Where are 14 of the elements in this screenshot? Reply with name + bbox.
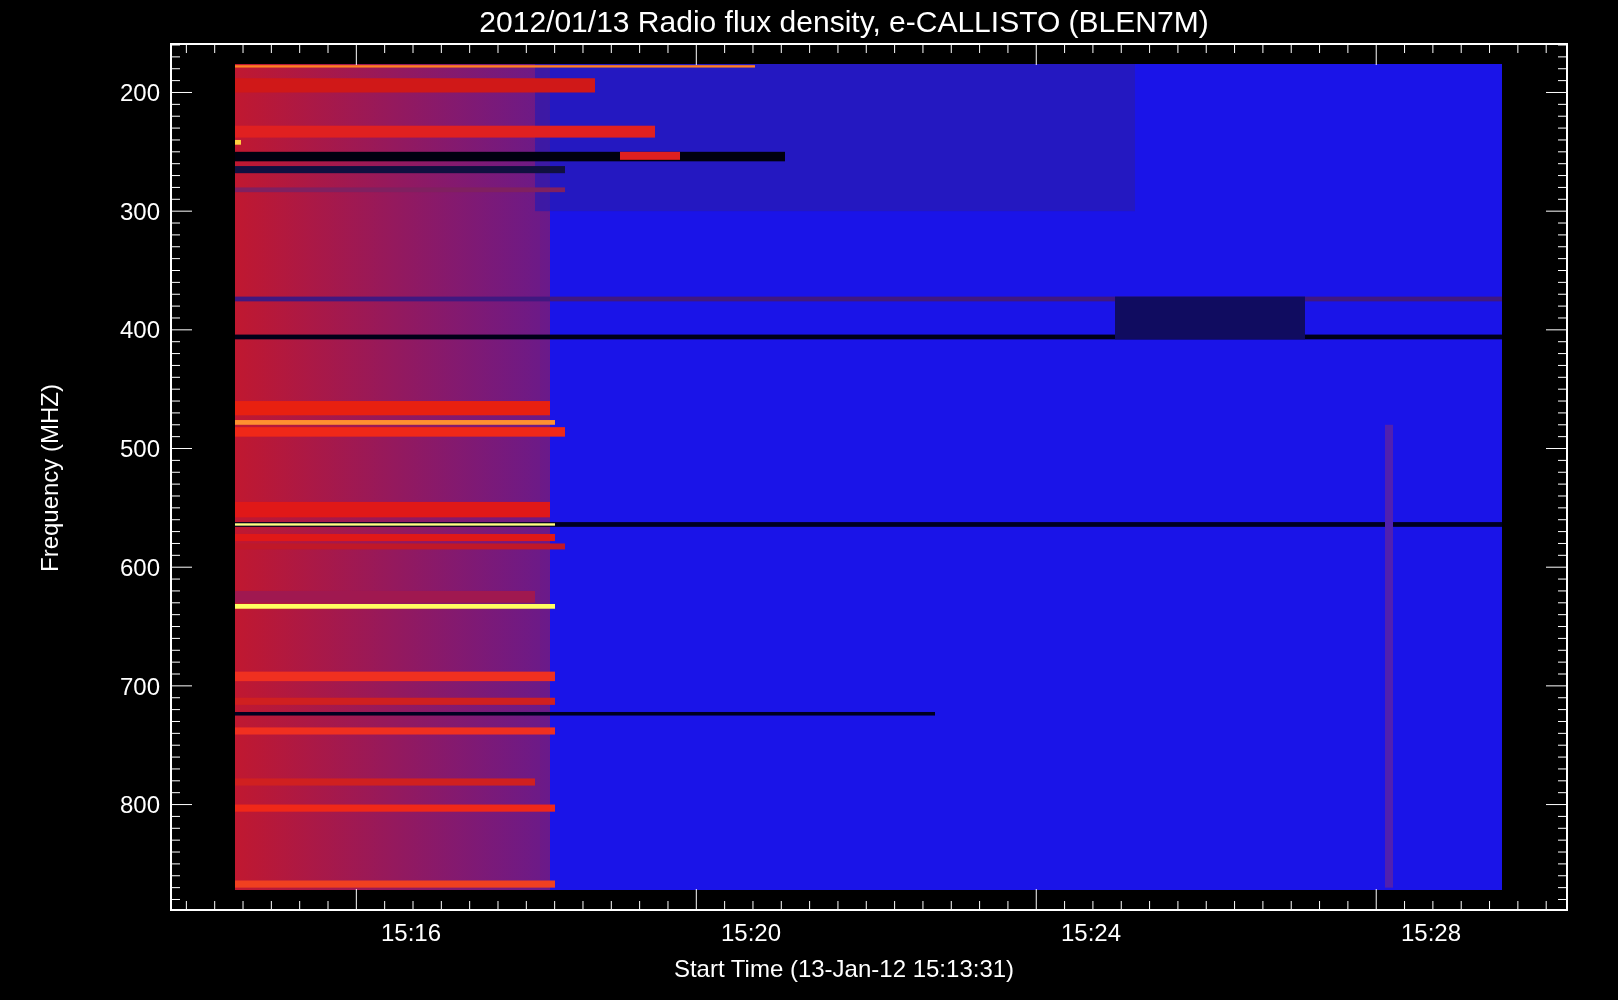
y-tick-label: 800 [119, 791, 160, 820]
x-tick-label: 15:24 [1061, 919, 1122, 947]
chart-title: 2012/01/13 Radio flux density, e-CALLISTO (BLEN7M) [479, 4, 1209, 39]
y-tick-label: 700 [119, 672, 160, 701]
y-tick-label: 500 [119, 435, 160, 464]
x-tick-label: 15:16 [381, 919, 442, 947]
y-tick-label: 200 [119, 79, 160, 107]
y-axis-title: Frequency (MHZ) [36, 384, 64, 572]
y-tick-label: 400 [119, 316, 160, 345]
x-axis-title: Start Time (13-Jan-12 15:13:31) [673, 955, 1015, 983]
x-tick-label: 15:20 [721, 919, 782, 947]
y-tick-label: 600 [119, 553, 160, 582]
x-tick-label: 15:28 [1401, 919, 1462, 947]
y-tick-label: 300 [119, 197, 160, 226]
